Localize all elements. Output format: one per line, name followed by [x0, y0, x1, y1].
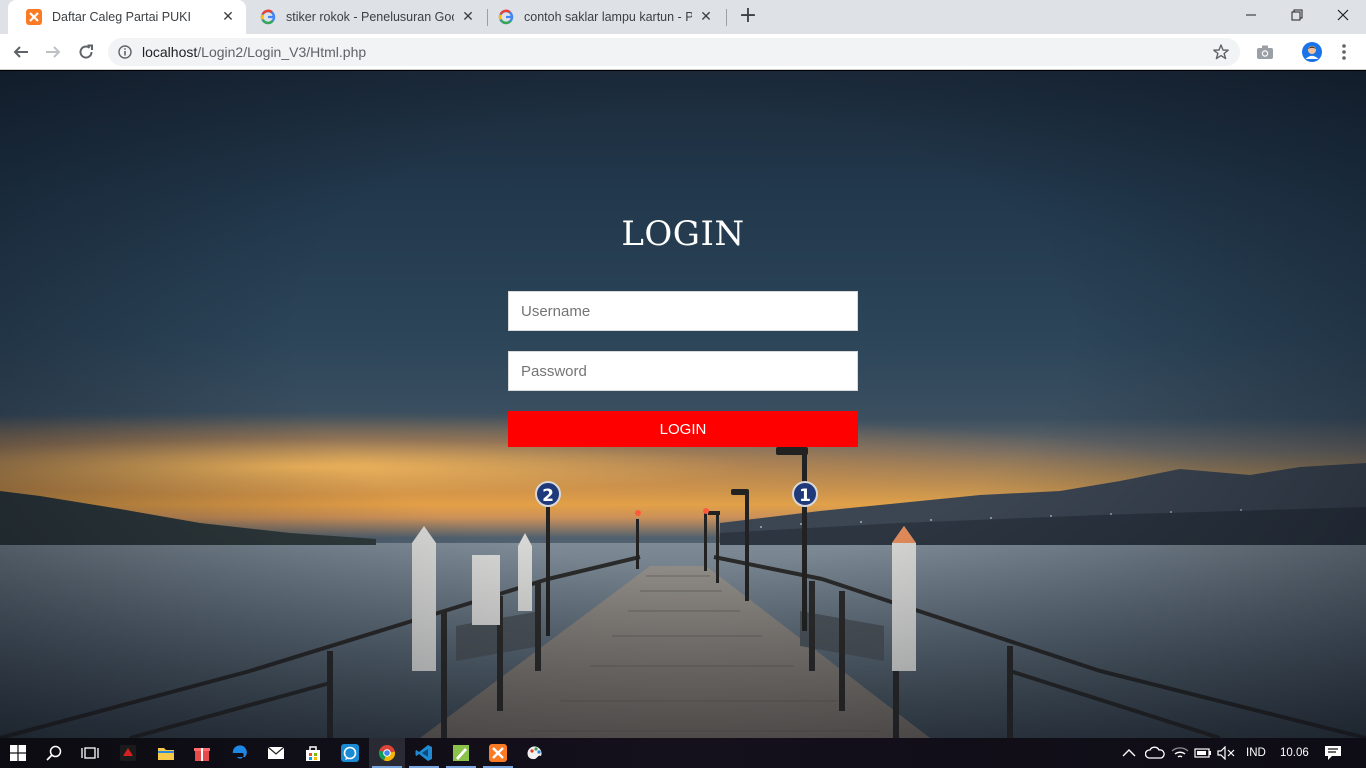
login-page: 2 1 LOGIN LOGIN [0, 71, 1366, 738]
tab-stiker-rokok[interactable]: stiker rokok - Penelusuran Googl ✕ [242, 0, 486, 34]
task-view-icon[interactable] [72, 738, 108, 768]
file-explorer-icon[interactable] [148, 738, 184, 768]
mail-icon[interactable] [258, 738, 294, 768]
action-center-icon[interactable] [1324, 738, 1342, 768]
back-arrow-icon[interactable] [7, 38, 35, 66]
language-indicator[interactable]: IND [1246, 738, 1266, 768]
info-icon[interactable] [118, 45, 132, 59]
volume-muted-icon[interactable] [1217, 738, 1235, 768]
tab-title: stiker rokok - Penelusuran Googl [286, 10, 454, 24]
restore-icon[interactable] [1274, 0, 1320, 30]
windows-start-icon[interactable] [0, 738, 36, 768]
paint-app-icon[interactable] [517, 738, 553, 768]
gift-app-icon[interactable] [184, 738, 220, 768]
reload-icon[interactable] [72, 38, 100, 66]
profile-avatar[interactable] [1302, 42, 1322, 62]
tab-title: Daftar Caleg Partai PUKI [52, 10, 191, 24]
show-hidden-icons-chevron-icon[interactable] [1122, 738, 1136, 768]
close-tab-icon[interactable]: ✕ [698, 9, 714, 25]
clock-time[interactable]: 10.06 [1280, 738, 1309, 768]
game-app-icon[interactable] [110, 738, 146, 768]
camera-icon[interactable] [1255, 42, 1275, 62]
google-icon [498, 9, 514, 25]
google-icon [260, 9, 276, 25]
edge-browser-icon[interactable] [221, 738, 257, 768]
xampp-icon [26, 9, 42, 25]
wifi-icon[interactable] [1171, 738, 1189, 768]
login-heading: LOGIN [621, 214, 745, 254]
tab-divider [726, 9, 727, 26]
tab-title: contoh saklar lampu kartun - Pen [524, 10, 692, 24]
tab-contoh-saklar[interactable]: contoh saklar lampu kartun - Pen ✕ [480, 0, 724, 34]
menu-kebab-icon[interactable] [1334, 42, 1354, 62]
whatsapp-icon[interactable] [332, 738, 368, 768]
close-window-icon[interactable] [1320, 0, 1366, 30]
forward-arrow-icon[interactable] [39, 38, 67, 66]
url-host: localhost [142, 44, 198, 60]
search-icon[interactable] [36, 738, 72, 768]
browser-toolbar: localhost/Login2/Login_V3/Html.php [0, 34, 1366, 70]
password-input[interactable] [508, 351, 858, 391]
bookmark-star-icon[interactable] [1212, 43, 1230, 61]
xampp-taskbar-icon[interactable] [480, 738, 516, 768]
chrome-icon[interactable] [369, 738, 405, 768]
close-tab-icon[interactable]: ✕ [460, 9, 476, 25]
username-input[interactable] [508, 291, 858, 331]
tab-strip: Daftar Caleg Partai PUKI ✕ stiker rokok … [0, 0, 1366, 34]
vignette-overlay [0, 71, 1366, 738]
onedrive-cloud-icon[interactable] [1145, 738, 1165, 768]
vscode-icon[interactable] [406, 738, 442, 768]
address-bar[interactable]: localhost/Login2/Login_V3/Html.php [108, 38, 1240, 66]
battery-icon[interactable] [1194, 738, 1212, 768]
url-path: /Login2/Login_V3/Html.php [197, 44, 367, 60]
windows-taskbar: IND 10.06 [0, 738, 1366, 768]
tab-daftar-caleg[interactable]: Daftar Caleg Partai PUKI ✕ [8, 0, 246, 34]
login-button[interactable]: LOGIN [508, 411, 858, 447]
minimize-icon[interactable] [1228, 0, 1274, 30]
store-icon[interactable] [295, 738, 331, 768]
close-tab-icon[interactable]: ✕ [220, 9, 236, 25]
notepad-plus-plus-icon[interactable] [443, 738, 479, 768]
url-text: localhost/Login2/Login_V3/Html.php [142, 44, 366, 60]
new-tab-button[interactable]: + [736, 5, 760, 29]
